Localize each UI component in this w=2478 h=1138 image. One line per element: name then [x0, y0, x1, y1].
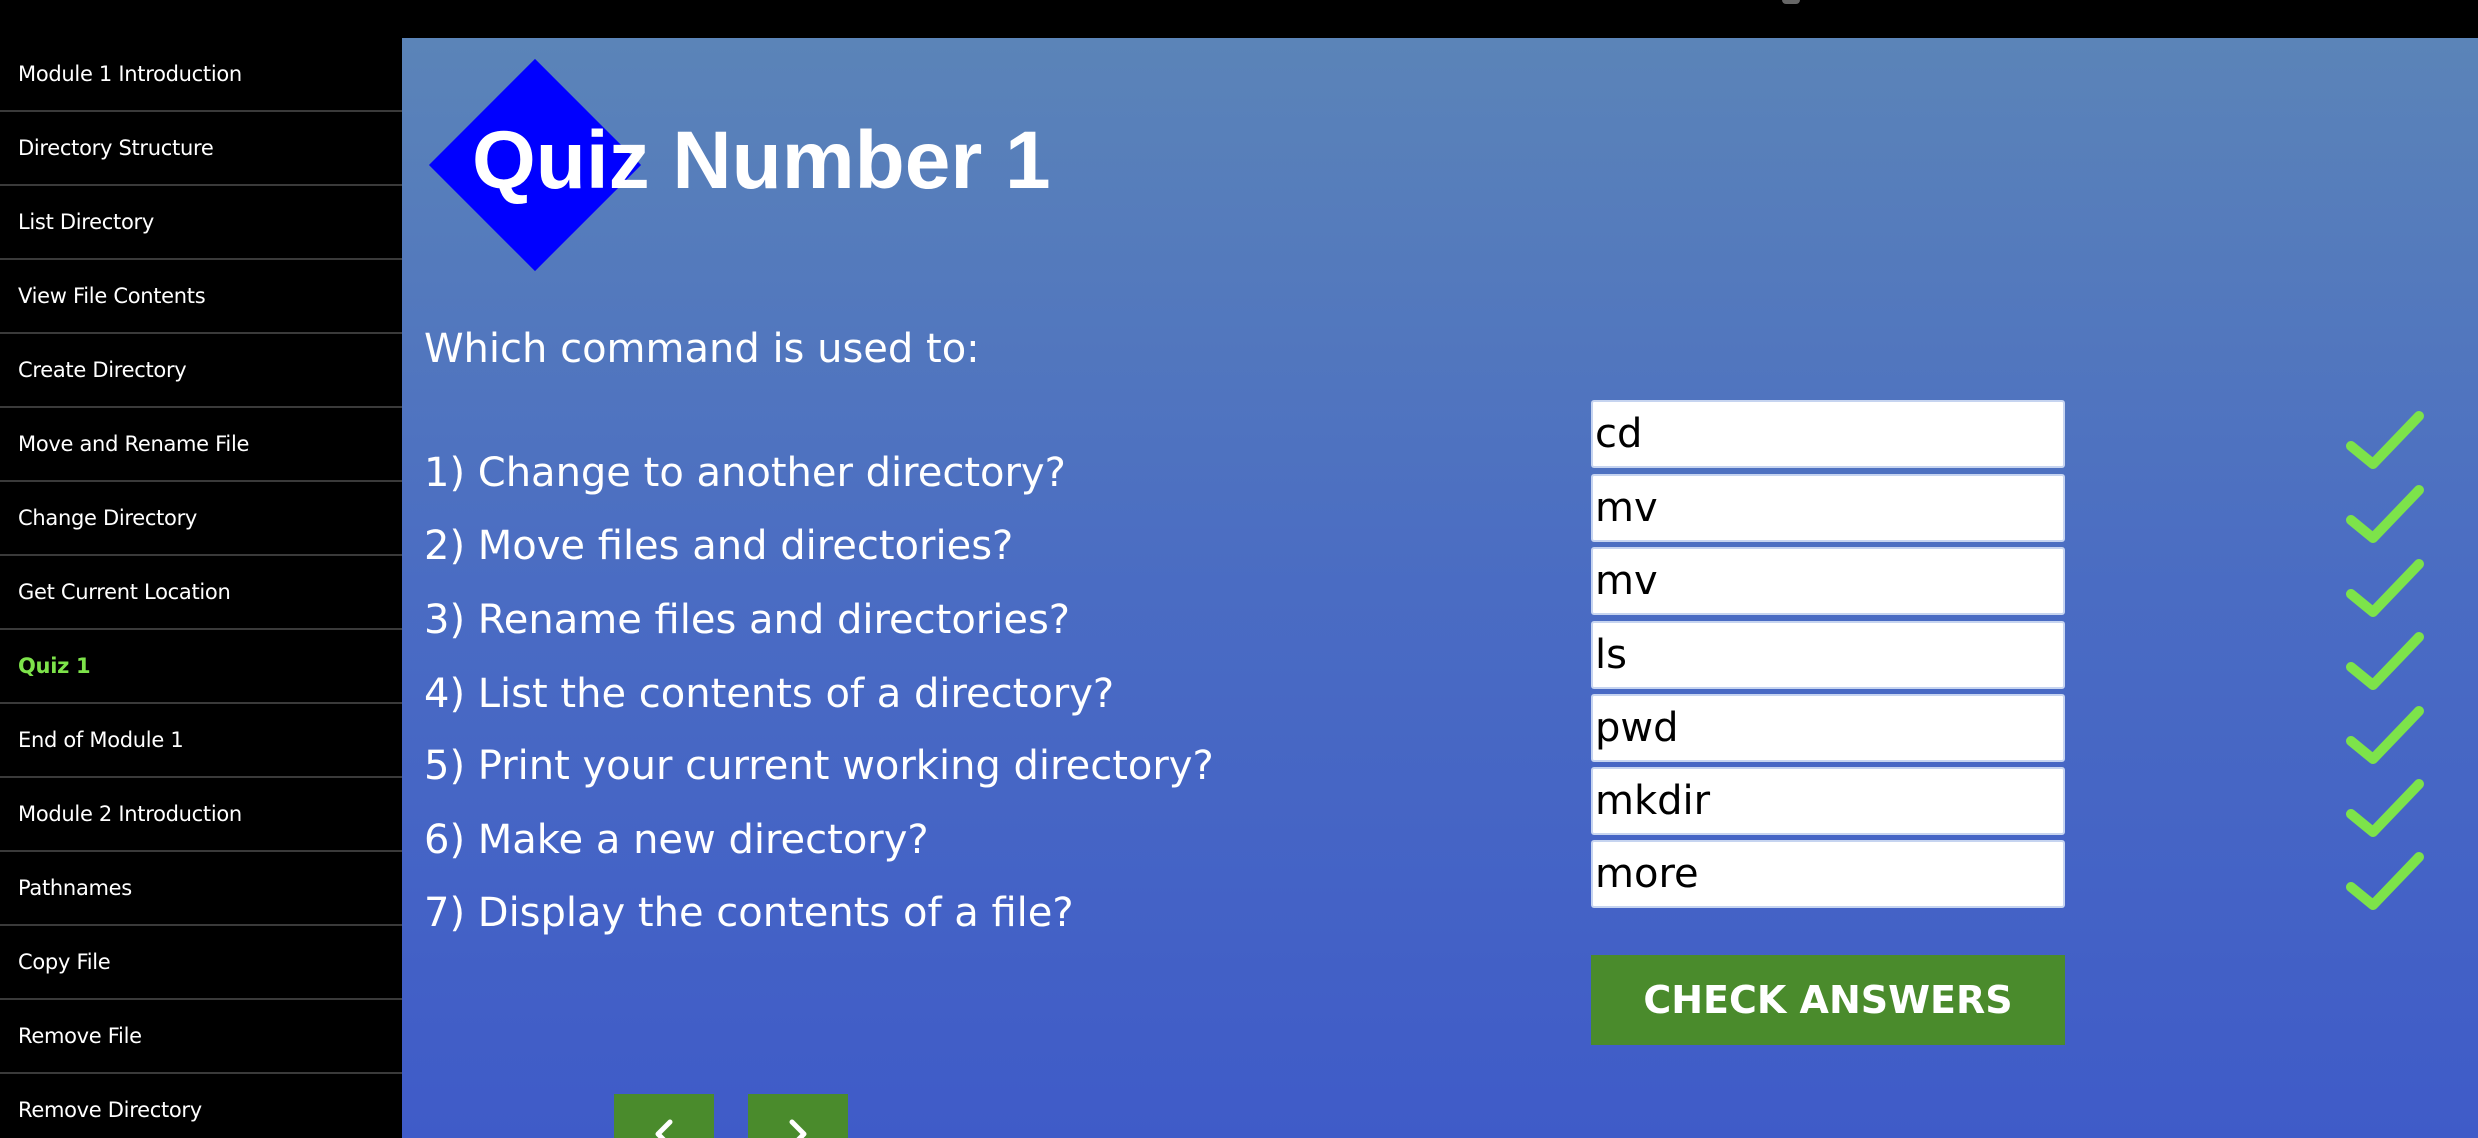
sidebar-item-move-and-rename-file[interactable]: Move and Rename File [0, 408, 402, 482]
sidebar-item-quiz-1[interactable]: Quiz 1 [0, 630, 402, 704]
answer-3-input[interactable] [1591, 547, 2065, 615]
sidebar-item-remove-file[interactable]: Remove File [0, 1000, 402, 1074]
sidebar-item-label: Directory Structure [18, 136, 214, 160]
question-3-text: 3) Rename files and directories? [424, 597, 1071, 643]
previous-button[interactable] [614, 1094, 714, 1138]
checkmark-icon [2346, 632, 2424, 690]
sidebar-item-label: Remove File [18, 1024, 142, 1048]
checkmark-icon [2346, 706, 2424, 764]
sidebar-item-directory-structure[interactable]: Directory Structure [0, 112, 402, 186]
next-button[interactable] [748, 1094, 848, 1138]
sidebar-nav: Module 1 Introduction Directory Structur… [0, 38, 402, 1138]
sidebar-item-pathnames[interactable]: Pathnames [0, 852, 402, 926]
sidebar-item-remove-directory[interactable]: Remove Directory [0, 1074, 402, 1138]
question-prompt: Which command is used to: [424, 326, 980, 372]
checkmark-icon [2346, 852, 2424, 910]
sidebar-item-create-directory[interactable]: Create Directory [0, 334, 402, 408]
checkmark-icon [2346, 411, 2424, 469]
chevron-right-icon [789, 1119, 807, 1138]
sidebar-item-label: Quiz 1 [18, 654, 91, 678]
sidebar-item-label: End of Module 1 [18, 728, 184, 752]
question-2-text: 2) Move files and directories? [424, 523, 1014, 569]
answer-1-input[interactable] [1591, 400, 2065, 468]
sidebar-item-get-current-location[interactable]: Get Current Location [0, 556, 402, 630]
sidebar-item-label: Remove Directory [18, 1098, 202, 1122]
sidebar-item-label: Module 2 Introduction [18, 802, 242, 826]
page-title: Quiz Number 1 [472, 115, 1051, 206]
sidebar-item-copy-file[interactable]: Copy File [0, 926, 402, 1000]
top-bar [0, 0, 2478, 38]
top-bar-indicator [1782, 0, 1800, 4]
sidebar-item-label: Create Directory [18, 358, 187, 382]
question-4-text: 4) List the contents of a directory? [424, 671, 1115, 717]
checkmark-icon [2346, 779, 2424, 837]
quiz-content: Quiz Number 1 Which command is used to: … [402, 38, 2478, 1138]
answer-5-input[interactable] [1591, 694, 2065, 762]
sidebar-item-label: View File Contents [18, 284, 206, 308]
answer-4-input[interactable] [1591, 621, 2065, 689]
sidebar-item-end-of-module-1[interactable]: End of Module 1 [0, 704, 402, 778]
check-answers-button[interactable]: CHECK ANSWERS [1591, 955, 2065, 1045]
sidebar-item-label: Change Directory [18, 506, 198, 530]
sidebar-item-label: Copy File [18, 950, 111, 974]
sidebar-item-label: Move and Rename File [18, 432, 250, 456]
sidebar-item-label: Get Current Location [18, 580, 231, 604]
question-1-text: 1) Change to another directory? [424, 450, 1066, 496]
question-6-text: 6) Make a new directory? [424, 817, 929, 863]
answer-2-input[interactable] [1591, 474, 2065, 542]
checkmark-icon [2346, 485, 2424, 543]
question-7-text: 7) Display the contents of a file? [424, 890, 1074, 936]
answer-7-input[interactable] [1591, 840, 2065, 908]
sidebar-item-label: Module 1 Introduction [18, 62, 242, 86]
sidebar-item-label: List Directory [18, 210, 154, 234]
question-5-text: 5) Print your current working directory? [424, 743, 1214, 789]
sidebar-item-module-2-introduction[interactable]: Module 2 Introduction [0, 778, 402, 852]
checkmark-icon [2346, 559, 2424, 617]
sidebar-item-list-directory[interactable]: List Directory [0, 186, 402, 260]
sidebar-item-view-file-contents[interactable]: View File Contents [0, 260, 402, 334]
answer-6-input[interactable] [1591, 767, 2065, 835]
sidebar-item-change-directory[interactable]: Change Directory [0, 482, 402, 556]
sidebar-item-module-1-introduction[interactable]: Module 1 Introduction [0, 38, 402, 112]
sidebar-item-label: Pathnames [18, 876, 132, 900]
chevron-left-icon [655, 1119, 673, 1138]
